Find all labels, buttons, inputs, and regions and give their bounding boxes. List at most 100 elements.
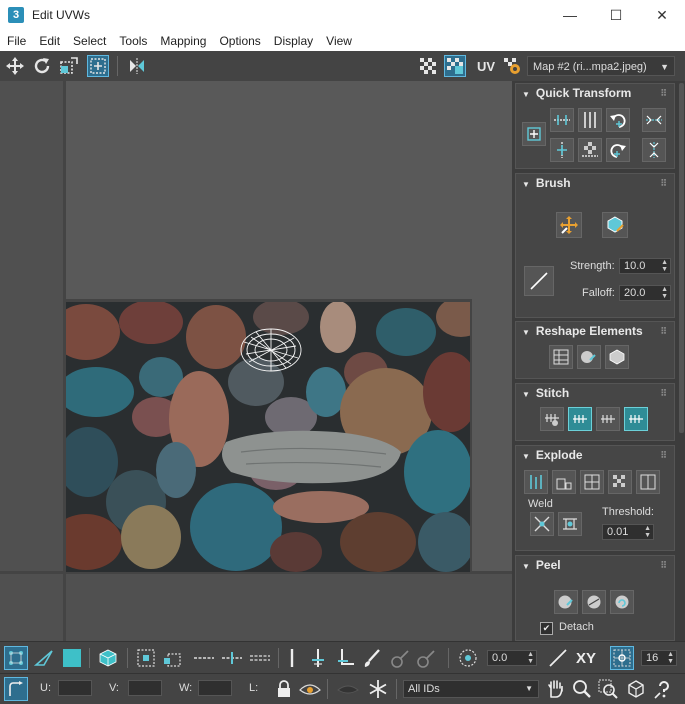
zoom-region-icon[interactable] — [596, 677, 620, 701]
pan-hand-icon[interactable] — [544, 677, 568, 701]
close-button[interactable]: ✕ — [639, 0, 685, 30]
vertex-mode-icon[interactable] — [4, 646, 28, 670]
explode-header[interactable]: ▼ Explode ⠿ — [516, 446, 674, 464]
flatten-icon[interactable] — [636, 470, 660, 494]
break-by-smoothing-icon[interactable] — [580, 470, 604, 494]
select-by-element-icon[interactable] — [334, 646, 358, 670]
paint-move-icon[interactable] — [556, 212, 582, 238]
panel-scroll-thumb[interactable] — [679, 83, 684, 433]
zoom-icon[interactable] — [570, 677, 594, 701]
paint-shrink-icon[interactable] — [414, 646, 438, 670]
peel-header[interactable]: ▼ Peel ⠿ — [516, 556, 674, 574]
lock-icon[interactable] — [272, 677, 296, 701]
menu-mapping[interactable]: Mapping — [153, 34, 212, 48]
stitch-header[interactable]: ▼ Stitch ⠿ — [516, 384, 674, 402]
point-to-point-icon[interactable] — [248, 646, 272, 670]
weld-selected-icon[interactable] — [530, 512, 554, 536]
grip-icon: ⠿ — [660, 560, 668, 570]
grid-size-spinner[interactable]: 16 ▲ ▼ — [641, 650, 677, 666]
texture-map-value: Map #2 (ri...mpa2.jpeg) — [533, 61, 647, 73]
v-coordinate-field[interactable] — [128, 680, 162, 696]
strength-spinner[interactable]: 10.0 ▲ ▼ — [619, 258, 671, 274]
break-by-material-icon[interactable] — [608, 470, 632, 494]
menu-display[interactable]: Display — [267, 34, 319, 48]
relax-brush-icon[interactable] — [602, 212, 628, 238]
weld-target-icon[interactable] — [558, 512, 582, 536]
mirror-icon[interactable] — [126, 55, 148, 77]
grid-snap-icon[interactable] — [610, 646, 634, 670]
detach-checkbox[interactable]: ✔ — [540, 622, 553, 635]
face-mode-icon[interactable] — [60, 646, 84, 670]
minimize-button[interactable]: — — [547, 0, 593, 30]
unhide-icon[interactable] — [336, 677, 360, 701]
shrink-selection-icon[interactable] — [160, 646, 184, 670]
select-overlap-icon[interactable] — [306, 646, 330, 670]
ring-selection-icon[interactable] — [192, 646, 216, 670]
space-vertical-icon[interactable] — [642, 138, 666, 162]
brush-header[interactable]: ▼ Brush ⠿ — [516, 174, 674, 192]
uv-viewport[interactable] — [0, 81, 512, 641]
scale-icon[interactable] — [58, 55, 80, 77]
menu-view[interactable]: View — [319, 34, 358, 48]
checker-icon[interactable] — [417, 55, 439, 77]
uv-toggle-button[interactable]: UV — [473, 55, 499, 77]
edge-mode-icon[interactable] — [32, 646, 56, 670]
stitch-to-target-icon[interactable] — [568, 407, 592, 431]
break-icon[interactable] — [524, 470, 548, 494]
freeze-icon[interactable] — [366, 677, 390, 701]
texture-map-dropdown[interactable]: Map #2 (ri...mpa2.jpeg) ▼ — [527, 56, 675, 76]
straighten-icon[interactable] — [549, 345, 573, 369]
set-pivot-icon[interactable] — [522, 122, 546, 146]
peel-reset-icon[interactable] — [610, 590, 634, 614]
menu-tools[interactable]: Tools — [112, 34, 153, 48]
u-coordinate-field[interactable] — [58, 680, 92, 696]
brush-falloff-type-icon[interactable] — [524, 266, 554, 296]
paint-grow-icon[interactable] — [388, 646, 412, 670]
threshold-value: 0.01 — [607, 526, 629, 538]
relax-icon[interactable] — [577, 345, 601, 369]
rotation-snap-icon[interactable] — [456, 646, 480, 670]
element-mode-icon[interactable] — [96, 646, 120, 670]
diagonal-align-icon[interactable] — [546, 646, 570, 670]
move-icon[interactable] — [4, 55, 26, 77]
material-id-dropdown[interactable]: All IDs ▼ — [403, 680, 539, 698]
reshape-elements-header[interactable]: ▼ Reshape Elements ⠿ — [516, 322, 674, 340]
falloff-spinner[interactable]: 20.0 ▲ ▼ — [619, 285, 671, 301]
align-vertical-icon[interactable] — [578, 108, 602, 132]
rotate-cw-icon[interactable] — [606, 138, 630, 162]
quick-transform-header[interactable]: ▼ Quick Transform ⠿ — [516, 84, 674, 102]
menu-select[interactable]: Select — [66, 34, 112, 48]
align-grid-icon[interactable] — [578, 138, 602, 162]
stitch-custom-icon[interactable] — [540, 407, 564, 431]
freeform-icon[interactable] — [87, 55, 109, 77]
show-map-icon[interactable] — [444, 55, 466, 77]
xy-axis-toggle[interactable]: XY — [572, 646, 600, 670]
rotate-icon[interactable] — [31, 55, 53, 77]
stitch-to-source-icon[interactable] — [624, 407, 648, 431]
menu-file[interactable]: File — [0, 34, 32, 48]
menu-edit[interactable]: Edit — [32, 34, 66, 48]
loop-selection-icon[interactable] — [220, 646, 244, 670]
align-to-edge-icon[interactable] — [550, 138, 574, 162]
quick-peel-icon[interactable] — [554, 590, 578, 614]
help-icon[interactable] — [652, 677, 676, 701]
absolute-offset-icon[interactable] — [4, 677, 28, 701]
rotate-ccw-icon[interactable] — [606, 108, 630, 132]
rotation-angle-spinner[interactable]: 0.0 ▲ ▼ — [487, 650, 537, 666]
w-coordinate-field[interactable] — [198, 680, 232, 696]
maximize-button[interactable]: ☐ — [593, 0, 639, 30]
peel-mode-icon[interactable] — [582, 590, 606, 614]
paint-select-icon[interactable] — [360, 646, 384, 670]
menu-options[interactable]: Options — [212, 34, 266, 48]
zoom-extents-icon[interactable] — [624, 677, 648, 701]
align-horizontal-icon[interactable] — [550, 108, 574, 132]
space-horizontal-icon[interactable] — [642, 108, 666, 132]
stitch-to-average-icon[interactable] — [596, 407, 620, 431]
break-by-polygroups-icon[interactable] — [552, 470, 576, 494]
hide-icon[interactable] — [298, 677, 322, 701]
threshold-spinner[interactable]: 0.01 ▲ ▼ — [602, 524, 654, 540]
rectangle-icon[interactable] — [605, 345, 629, 369]
edge-loop-icon[interactable] — [280, 646, 304, 670]
grow-selection-icon[interactable] — [134, 646, 158, 670]
texture-settings-icon[interactable] — [501, 55, 523, 77]
